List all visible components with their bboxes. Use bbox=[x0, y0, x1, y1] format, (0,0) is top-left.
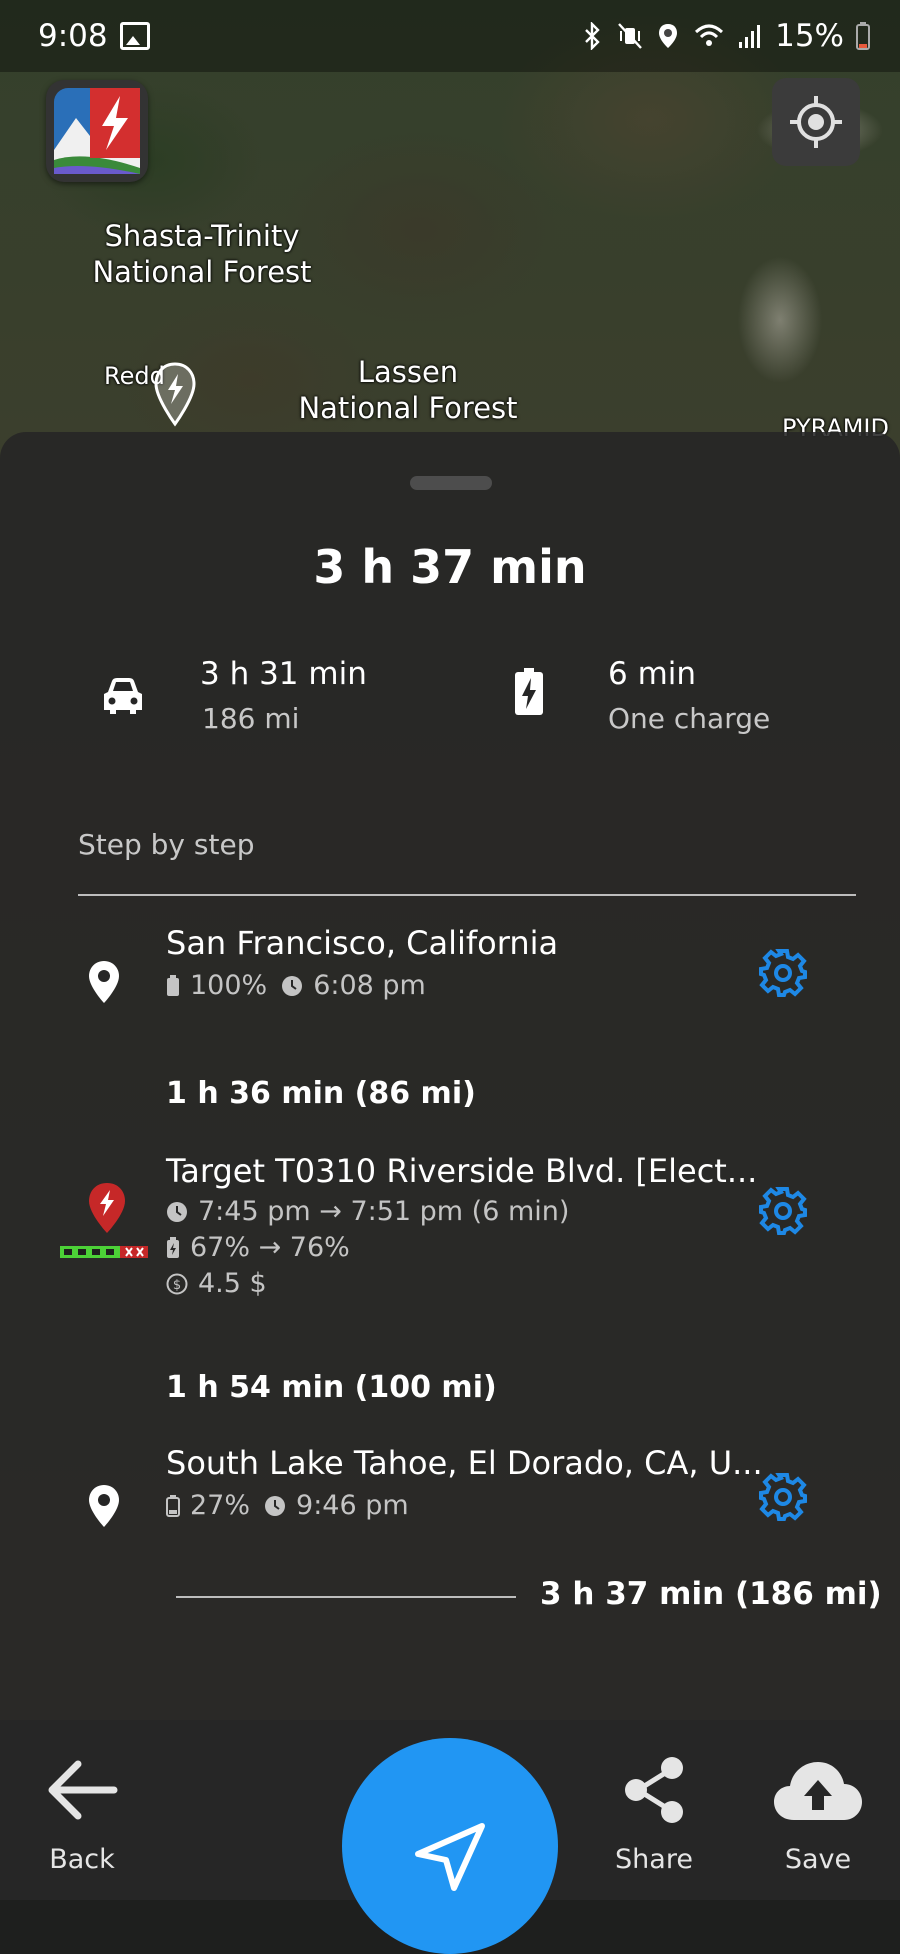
car-icon bbox=[104, 678, 142, 714]
stop-time: 6:08 pm bbox=[313, 970, 426, 1001]
leg-summary: 1 h 36 min (86 mi) bbox=[166, 1076, 476, 1111]
gallery-notification-icon bbox=[119, 22, 150, 50]
sheet-drag-handle[interactable] bbox=[410, 476, 492, 490]
drive-distance: 186 mi bbox=[202, 702, 300, 735]
clock-icon bbox=[167, 1201, 187, 1222]
cloud-upload-icon bbox=[774, 1762, 862, 1820]
leg-summary: 1 h 54 min (100 mi) bbox=[166, 1370, 497, 1405]
charge-count: One charge bbox=[608, 702, 771, 735]
total-trip-time: 3 h 37 min bbox=[313, 540, 587, 594]
battery-small-icon bbox=[167, 974, 179, 996]
total-divider bbox=[176, 1596, 516, 1598]
save-button[interactable]: Save bbox=[758, 1720, 878, 1900]
back-button[interactable]: Back bbox=[22, 1720, 142, 1900]
back-label: Back bbox=[49, 1844, 115, 1875]
map-label-shasta: Shasta-Trinity National Forest bbox=[92, 219, 312, 289]
stop-charger[interactable]: Target T0310 Riverside Blvd. [Elect... 7… bbox=[0, 1152, 900, 1332]
app-logo-icon bbox=[54, 88, 140, 174]
signal-icon bbox=[739, 25, 761, 48]
crosshair-icon bbox=[790, 96, 842, 148]
stop-time: 9:46 pm bbox=[296, 1490, 409, 1521]
stop-name: South Lake Tahoe, El Dorado, CA, U... bbox=[166, 1444, 763, 1482]
stop-name: San Francisco, California bbox=[166, 924, 559, 962]
stop-battery-range: 67% → 76% bbox=[190, 1232, 350, 1263]
location-pin-icon bbox=[89, 1485, 119, 1527]
stop-cost: 4.5 $ bbox=[198, 1268, 267, 1299]
battery-small-icon bbox=[166, 1494, 180, 1517]
my-location-button[interactable] bbox=[772, 78, 860, 166]
map-label-lassen: Lassen National Forest bbox=[298, 355, 518, 425]
step-divider bbox=[78, 894, 856, 896]
route-total-summary: 3 h 37 min (186 mi) bbox=[540, 1576, 882, 1612]
navigation-arrow-icon bbox=[415, 1823, 485, 1891]
battery-charging-icon bbox=[515, 668, 543, 715]
app-logo[interactable] bbox=[46, 80, 148, 182]
stop-settings-gear-icon[interactable] bbox=[758, 948, 808, 998]
charge-time: 6 min bbox=[608, 656, 697, 692]
share-label: Share bbox=[615, 1844, 693, 1875]
stop-name: Target T0310 Riverside Blvd. [Elect... bbox=[166, 1152, 758, 1190]
save-label: Save bbox=[784, 1844, 852, 1875]
back-arrow-icon bbox=[48, 1760, 118, 1820]
stop-origin[interactable]: San Francisco, California 100% 6:08 pm bbox=[0, 924, 900, 1034]
share-button[interactable]: Share bbox=[594, 1720, 714, 1900]
svg-text:$: $ bbox=[173, 1278, 181, 1293]
drive-time: 3 h 31 min bbox=[200, 656, 367, 692]
status-bar: 9:08 15% bbox=[0, 0, 900, 72]
bluetooth-icon bbox=[585, 22, 600, 50]
stop-settings-gear-icon[interactable] bbox=[758, 1186, 808, 1236]
stop-battery: 27% bbox=[190, 1490, 251, 1521]
vibrate-mute-icon bbox=[618, 23, 642, 49]
stop-time-range: 7:45 pm → 7:51 pm (6 min) bbox=[198, 1196, 570, 1227]
charger-status-bar-icon bbox=[60, 1246, 148, 1258]
wifi-icon bbox=[695, 24, 724, 46]
share-icon bbox=[625, 1757, 683, 1823]
location-icon bbox=[659, 24, 678, 48]
charger-marker-icon[interactable] bbox=[154, 362, 196, 428]
cost-icon: $ bbox=[166, 1273, 188, 1294]
location-pin-icon bbox=[89, 961, 119, 1003]
battery-percent: 15% bbox=[775, 18, 844, 54]
charger-pin-icon bbox=[89, 1183, 125, 1233]
battery-charging-small-icon bbox=[167, 1236, 179, 1258]
stop-settings-gear-icon[interactable] bbox=[758, 1472, 808, 1522]
clock-icon bbox=[265, 1495, 286, 1516]
start-navigation-button[interactable] bbox=[342, 1738, 558, 1954]
stop-battery: 100% bbox=[190, 970, 268, 1001]
route-sheet[interactable]: 3 h 37 min 3 h 31 min 186 mi 6 min One c… bbox=[0, 432, 900, 1720]
status-time: 9:08 bbox=[38, 18, 108, 54]
clock-icon bbox=[282, 975, 303, 996]
battery-icon bbox=[856, 22, 870, 50]
step-by-step-label: Step by step bbox=[78, 828, 255, 861]
stop-destination[interactable]: South Lake Tahoe, El Dorado, CA, U... 27… bbox=[0, 1444, 900, 1554]
